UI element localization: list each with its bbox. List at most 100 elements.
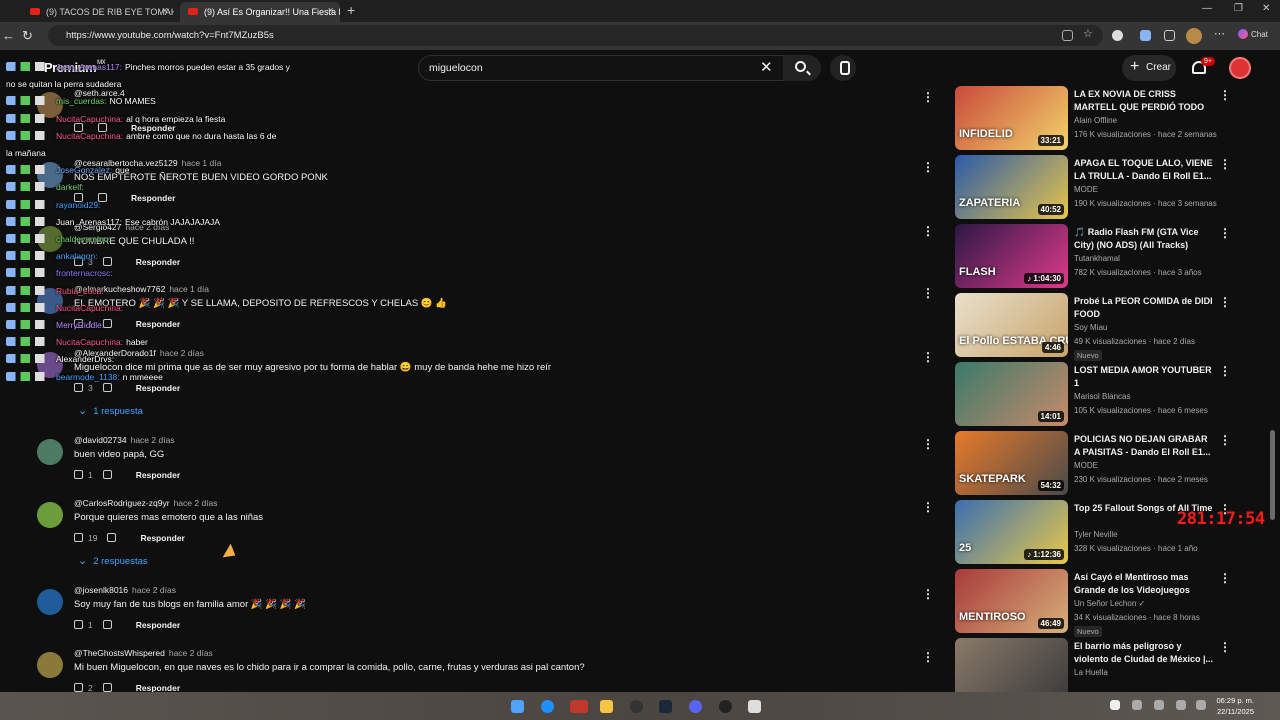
comment-menu-icon[interactable]: ⋮	[922, 500, 934, 514]
url-input[interactable]: https://www.youtube.com/watch?v=Fnt7MZuz…	[48, 25, 1103, 46]
video-thumbnail[interactable]: FLASH ♪ 1:04:30	[955, 224, 1068, 288]
extensions-puzzle-icon[interactable]	[1164, 30, 1175, 41]
search-input[interactable]: miguelocon	[418, 55, 786, 81]
chat-username[interactable]: Juan_Arenas117:	[56, 217, 122, 227]
chat-username[interactable]: NucitaCapuchina:	[56, 131, 123, 141]
chat-username[interactable]: darkelf:	[56, 182, 84, 192]
dislike-icon[interactable]	[107, 533, 117, 542]
chat-username[interactable]: Rubia_Loca:	[56, 286, 104, 296]
file-explorer-icon[interactable]	[600, 700, 613, 713]
video-title[interactable]: APAGA EL TOQUE LALO, VIENE LA TRULLA - D…	[1074, 157, 1214, 183]
chat-username[interactable]: NucitaCapuchina:	[56, 303, 123, 313]
channel-name[interactable]: MODE	[1074, 461, 1098, 470]
close-tab-icon[interactable]: ×	[328, 5, 334, 17]
recommended-video[interactable]: INFIDELID 33:21 LA EX NOVIA DE CRISS MARTE…	[952, 86, 1237, 150]
commenter-avatar[interactable]	[37, 439, 63, 465]
like-icon[interactable]	[74, 533, 83, 542]
recommended-video[interactable]: MENTIROSO 46:49 Así Cayó el Mentiroso mas …	[952, 569, 1237, 637]
video-title[interactable]: Probé La PEOR COMIDA de DIDI FOOD	[1074, 295, 1214, 321]
video-title[interactable]: Así Cayó el Mentiroso mas Grande de los …	[1074, 571, 1214, 597]
channel-name[interactable]: Soy Miau	[1074, 323, 1107, 332]
chat-username[interactable]: ankalagon:	[56, 251, 98, 261]
chat-username[interactable]: bearmode_1138:	[56, 372, 120, 382]
dislike-icon[interactable]	[102, 470, 112, 479]
author-name[interactable]: @david02734	[74, 435, 127, 445]
video-title[interactable]: El barrio más peligroso y violento de Ci…	[1074, 640, 1214, 666]
author-name[interactable]: @CarlosRodriguez-zq9yr	[74, 498, 170, 508]
comment-menu-icon[interactable]: ⋮	[922, 650, 934, 664]
account-avatar[interactable]	[1229, 57, 1251, 79]
video-menu-icon[interactable]: ⋮	[1219, 571, 1231, 585]
recommended-video[interactable]: FLASH ♪ 1:04:30 🎵 Radio Flash FM (GTA Vice…	[952, 224, 1237, 288]
reply-button[interactable]: Responder	[136, 620, 180, 630]
video-title[interactable]: LA EX NOVIA DE CRISS MARTELL QUE PERDIÓ …	[1074, 88, 1214, 115]
edge-browser-icon[interactable]	[541, 700, 554, 713]
dislike-icon[interactable]	[102, 620, 112, 629]
create-button[interactable]: Crear	[1122, 54, 1176, 81]
comment-author[interactable]: @josenlk8016 hace 2 días	[74, 585, 176, 595]
maximize-icon[interactable]: ❐	[1234, 3, 1243, 14]
reload-icon[interactable]: ↻	[22, 28, 33, 44]
browser-tab-1[interactable]: (9) TACOS DE RIB EYE TOMAHAWK ×	[22, 2, 174, 22]
channel-name[interactable]: MODE	[1074, 185, 1098, 194]
video-thumbnail[interactable]: MENTIROSO 46:49	[955, 569, 1068, 633]
channel-name[interactable]: La Huella	[1074, 668, 1108, 677]
comment-menu-icon[interactable]: ⋮	[922, 224, 934, 238]
author-name[interactable]: @josenlk8016	[74, 585, 128, 595]
comment-menu-icon[interactable]: ⋮	[922, 160, 934, 174]
video-menu-icon[interactable]: ⋮	[1219, 640, 1231, 654]
start-menu-icon[interactable]	[511, 700, 524, 713]
chat-username[interactable]: JoseGonzalez:	[56, 165, 112, 175]
video-menu-icon[interactable]: ⋮	[1219, 226, 1231, 240]
video-menu-icon[interactable]: ⋮	[1219, 88, 1231, 102]
search-button[interactable]	[783, 55, 821, 81]
reply-button[interactable]: Responder	[136, 470, 180, 480]
like-icon[interactable]	[74, 620, 83, 629]
recommended-video[interactable]: El Pollo ESTABA CRUDO4:46Probé La PEOR C…	[952, 293, 1237, 361]
minimize-icon[interactable]: —	[1202, 3, 1212, 14]
channel-name[interactable]: Marisol Blancas	[1074, 392, 1130, 401]
chat-username[interactable]: NucitaCapuchina:	[56, 337, 123, 347]
network-icon[interactable]	[1132, 700, 1142, 710]
back-icon[interactable]: ←	[2, 28, 15, 43]
comment-menu-icon[interactable]: ⋮	[922, 437, 934, 451]
taskbar-window-icon[interactable]	[748, 700, 761, 713]
chat-username[interactable]: MerryRiddle:	[56, 320, 104, 330]
reply-button[interactable]: Responder	[140, 533, 184, 543]
video-thumbnail[interactable]	[955, 638, 1068, 692]
recommended-video[interactable]: El barrio más peligroso y violento de Ci…	[952, 638, 1237, 692]
video-thumbnail[interactable]: 14:01	[955, 362, 1068, 426]
comment-menu-icon[interactable]: ⋮	[922, 90, 934, 104]
video-thumbnail[interactable]: 25 ♪ 1:12:36	[955, 500, 1068, 564]
obs-icon[interactable]	[630, 700, 643, 713]
video-menu-icon[interactable]: ⋮	[1219, 157, 1231, 171]
browser-tab-2[interactable]: (9) Así Es Organizar!! Una Fiesta L ×	[180, 2, 340, 22]
voice-search-icon[interactable]	[830, 55, 856, 81]
video-title[interactable]: POLICIAS NO DEJAN GRABAR A PAISITAS - Da…	[1074, 433, 1214, 459]
video-thumbnail[interactable]: ZAPATERIA 40:52	[955, 155, 1068, 219]
channel-name[interactable]: Tyler Neville	[1074, 530, 1118, 539]
video-menu-icon[interactable]: ⋮	[1219, 364, 1231, 378]
recommended-video[interactable]: 14:01 LOST MEDIA AMOR YOUTUBER 1 Marisol B…	[952, 362, 1237, 426]
comment-menu-icon[interactable]: ⋮	[922, 350, 934, 364]
wifi-icon[interactable]	[1176, 700, 1186, 710]
recommended-video[interactable]: SKATEPARK 54:32 POLICIAS NO DEJAN GRABAR A…	[952, 431, 1237, 495]
channel-name[interactable]: Alain Offline	[1074, 116, 1117, 125]
dislike-icon[interactable]	[102, 683, 112, 692]
profile-avatar[interactable]	[1186, 28, 1202, 44]
extension-icon[interactable]	[1112, 30, 1123, 41]
like-icon[interactable]	[74, 470, 83, 479]
apps-icon[interactable]	[1062, 30, 1073, 41]
volume-icon[interactable]	[1196, 700, 1206, 710]
chat-username[interactable]: fronternacrosc:	[56, 268, 113, 278]
chat-username[interactable]: rayanoid29:	[56, 200, 100, 210]
window-close-icon[interactable]: ✕	[1262, 3, 1270, 14]
mic-tray-icon[interactable]	[1154, 700, 1164, 710]
reply-button[interactable]: Responder	[136, 683, 180, 692]
chat-username[interactable]: mis_cuerdas:	[56, 96, 107, 106]
video-menu-icon[interactable]: ⋮	[1219, 433, 1231, 447]
commenter-avatar[interactable]	[37, 589, 63, 615]
comment-author[interactable]: @TheGhostsWhispered hace 2 días	[74, 648, 213, 658]
view-replies-button[interactable]: 2 respuestas	[78, 554, 147, 567]
chat-username[interactable]: NucitaCapuchina:	[56, 114, 123, 124]
